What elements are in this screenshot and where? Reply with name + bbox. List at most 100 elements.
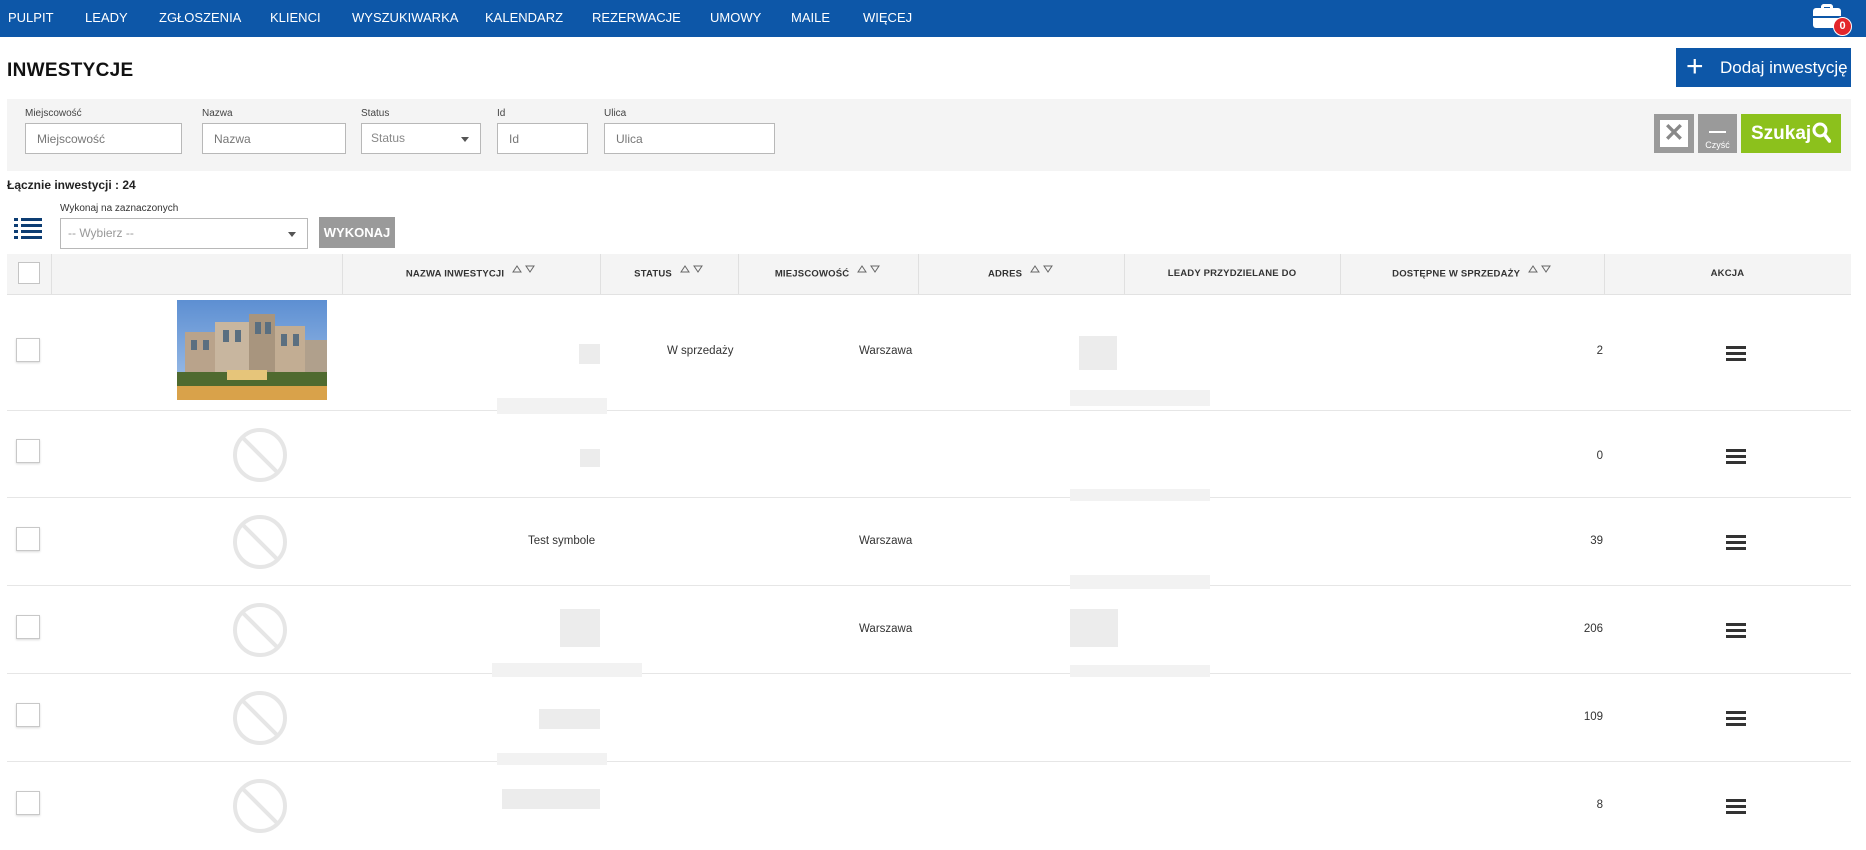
row-available: 206	[1583, 623, 1603, 635]
chevron-down-icon	[461, 137, 469, 142]
street-filter-label: Ulica	[604, 108, 627, 119]
nav-leady[interactable]: LEADY	[85, 0, 128, 37]
redacted-name	[539, 709, 600, 729]
row-available: 0	[1596, 450, 1603, 462]
export-excel-button[interactable]: ✕	[1654, 114, 1694, 153]
header-name-label: NAZWA INWESTYCJI	[405, 268, 505, 280]
top-navigation: PULPIT LEADY ZGŁOSZENIA KLIENCI WYSZUKIW…	[0, 0, 1866, 37]
row-checkbox[interactable]	[16, 338, 40, 362]
redacted-address	[1079, 336, 1117, 370]
sort-arrows-icon	[1030, 251, 1054, 291]
row-checkbox[interactable]	[16, 791, 40, 815]
nav-zgloszenia[interactable]: ZGŁOSZENIA	[159, 0, 241, 37]
redacted-address	[1070, 575, 1210, 589]
clear-label: Czyść	[1705, 140, 1730, 150]
nav-wiecej[interactable]: WIĘCEJ	[863, 0, 912, 37]
investments-total: Łącznie inwestycji : 24	[7, 178, 136, 192]
row-menu-icon[interactable]	[1726, 799, 1748, 815]
list-view-icon[interactable]	[14, 217, 42, 239]
row-status: W sprzedaży	[667, 345, 734, 357]
row-available: 2	[1596, 345, 1603, 357]
row-city: Warszawa	[859, 345, 913, 357]
no-image-icon	[233, 603, 287, 657]
nav-klienci[interactable]: KLIENCI	[270, 0, 321, 37]
redacted-address	[1070, 390, 1210, 406]
row-available: 109	[1583, 711, 1603, 723]
table-row: 109	[7, 663, 1851, 762]
redacted-address	[1070, 489, 1210, 501]
nav-kalendarz[interactable]: KALENDARZ	[485, 0, 563, 37]
nav-maile[interactable]: MAILE	[791, 0, 830, 37]
id-filter-label: Id	[497, 108, 506, 119]
header-action-label: AKCJA	[1710, 268, 1745, 279]
bulk-action-label: Wykonaj na zaznaczonych	[60, 203, 179, 214]
sort-arrows-icon	[512, 251, 536, 291]
row-menu-icon[interactable]	[1726, 711, 1748, 727]
header-available-label: DOSTĘPNE W SPRZEDAŻY	[1392, 268, 1521, 280]
notification-badge: 0	[1833, 17, 1852, 36]
investment-thumbnail[interactable]	[177, 300, 327, 400]
redacted-name	[497, 398, 607, 414]
no-image-icon	[233, 428, 287, 482]
select-all-checkbox[interactable]	[18, 262, 40, 284]
redacted-name	[560, 609, 600, 647]
name-filter-input[interactable]	[202, 123, 346, 154]
header-leads-label: LEADY PRZYDZIELANE DO	[1167, 268, 1297, 279]
status-filter-select[interactable]: Status	[361, 123, 481, 154]
city-filter-input[interactable]	[25, 123, 182, 154]
header-city-label: MIEJSCOWOŚĆ	[774, 268, 850, 280]
table-header: NAZWA INWESTYCJI STATUS MIEJSCOWOŚĆ ADRE…	[7, 254, 1851, 295]
id-filter-input[interactable]	[497, 123, 588, 154]
row-checkbox[interactable]	[16, 527, 40, 551]
row-available: 39	[1590, 535, 1603, 547]
bulk-action-select[interactable]: -- Wybierz --	[60, 218, 308, 249]
header-available[interactable]: DOSTĘPNE W SPRZEDAŻY	[1340, 254, 1604, 294]
bulk-action-value: -- Wybierz --	[68, 226, 134, 240]
redacted-name	[497, 753, 607, 765]
execute-button[interactable]: WYKONAJ	[319, 217, 395, 248]
status-filter-value: Status	[371, 131, 406, 145]
minus-icon	[1709, 131, 1726, 133]
redacted-name	[580, 449, 600, 467]
row-menu-icon[interactable]	[1726, 535, 1748, 551]
add-investment-button[interactable]: + Dodaj inwestycję	[1676, 48, 1851, 87]
row-menu-icon[interactable]	[1726, 623, 1748, 639]
row-city: Warszawa	[859, 623, 913, 635]
redacted-address	[1070, 665, 1210, 677]
row-checkbox[interactable]	[16, 615, 40, 639]
nav-wyszukiwarka[interactable]: WYSZUKIWARKA	[352, 0, 458, 37]
search-button[interactable]: Szukaj	[1741, 114, 1841, 153]
header-status-label: STATUS	[634, 268, 672, 280]
table-row: Test symbole Warszawa 39	[7, 489, 1851, 586]
nav-rezerwacje[interactable]: REZERWACJE	[592, 0, 681, 37]
row-city: Warszawa	[859, 535, 913, 547]
street-filter-input[interactable]	[604, 123, 775, 154]
clear-filters-button[interactable]: Czyść	[1698, 114, 1737, 153]
header-address-label: ADRES	[987, 268, 1023, 280]
nav-pulpit[interactable]: PULPIT	[8, 0, 54, 37]
no-image-icon	[233, 515, 287, 569]
name-filter-label: Nazwa	[202, 108, 233, 119]
sort-arrows-icon	[679, 251, 704, 291]
chevron-down-icon	[288, 232, 296, 237]
no-image-icon	[233, 779, 287, 833]
header-city[interactable]: MIEJSCOWOŚĆ	[738, 254, 918, 294]
table-row: 8	[7, 753, 1851, 850]
row-checkbox[interactable]	[16, 703, 40, 727]
row-menu-icon[interactable]	[1726, 346, 1748, 362]
redacted-name	[579, 344, 600, 364]
header-address[interactable]: ADRES	[918, 254, 1124, 294]
row-menu-icon[interactable]	[1726, 449, 1748, 465]
status-filter-label: Status	[361, 108, 390, 119]
redacted-name	[492, 663, 642, 677]
header-name[interactable]: NAZWA INWESTYCJI	[342, 254, 600, 294]
plus-icon: +	[1686, 50, 1704, 83]
header-status[interactable]: STATUS	[600, 254, 738, 294]
sort-arrows-icon	[1527, 251, 1552, 291]
excel-icon: ✕	[1663, 119, 1685, 147]
page-title: INWESTYCJE	[7, 60, 134, 81]
row-checkbox[interactable]	[16, 439, 40, 463]
nav-umowy[interactable]: UMOWY	[710, 0, 761, 37]
header-action: AKCJA	[1604, 254, 1851, 294]
briefcase-icon[interactable]: 0	[1811, 1, 1852, 36]
